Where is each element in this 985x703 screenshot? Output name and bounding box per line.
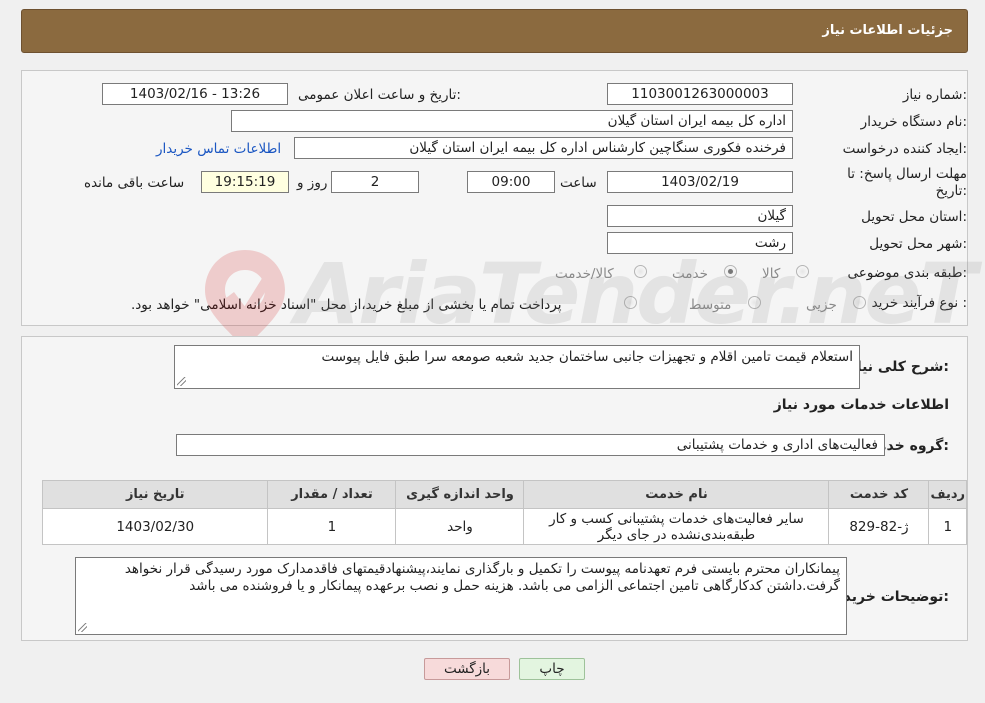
announce-datetime-field[interactable]: 1403/02/16 - 13:26 (102, 83, 288, 105)
purchase-medium-label: متوسط (689, 297, 732, 313)
cell-service-name: سایر فعالیت‌های خدمات پشتیبانی کسب و کار… (523, 508, 830, 545)
buyer-org-label: نام دستگاه خریدار: (860, 114, 967, 130)
table-header-row: ردیف کد خدمت نام خدمت واحد اندازه گیری ت… (41, 480, 967, 509)
remaining-time-label: ساعت باقی مانده (84, 175, 185, 191)
delivery-city-field[interactable]: رشت (607, 232, 793, 254)
summary-label: شرح کلی نیاز: (848, 359, 949, 375)
services-heading: اطلاعات خدمات مورد نیاز (773, 397, 949, 413)
buyer-notes-text: پیمانکاران محترم بایستی فرم تعهدنامه پیو… (124, 561, 840, 594)
table-row: 1 ژ-82-829 سایر فعالیت‌های خدمات پشتیبان… (41, 508, 967, 545)
col-header-service-name: نام خدمت (523, 480, 830, 509)
back-button[interactable]: بازگشت (424, 658, 510, 680)
buyer-notes-textarea[interactable]: پیمانکاران محترم بایستی فرم تعهدنامه پیو… (75, 557, 847, 635)
category-goods-label: کالا (762, 266, 781, 282)
need-number-field[interactable]: 1103001263000003 (607, 83, 793, 105)
deadline-label-line2: تاریخ: (935, 183, 967, 199)
announce-datetime-label: تاریخ و ساعت اعلان عمومی: (298, 87, 461, 103)
col-header-service-code: کد خدمت (828, 480, 930, 509)
page-header: جزئیات اطلاعات نیاز (21, 9, 968, 53)
services-table: ردیف کد خدمت نام خدمت واحد اندازه گیری ت… (41, 480, 967, 545)
requester-field[interactable]: فرخنده فکوری سنگاچین کارشناس اداره کل بی… (294, 137, 793, 159)
summary-text: استعلام قیمت تامین اقلام و تجهیزات جانبی… (321, 349, 853, 365)
cell-row-number: 1 (928, 508, 967, 545)
cell-quantity: 1 (267, 508, 397, 545)
print-button[interactable]: چاپ (519, 658, 585, 680)
remaining-time-field: 19:15:19 (201, 171, 289, 193)
col-header-quantity: تعداد / مقدار (267, 480, 397, 509)
purchase-radio-medium[interactable] (748, 296, 761, 309)
category-radio-goods-service[interactable] (634, 265, 647, 278)
col-header-unit: واحد اندازه گیری (395, 480, 525, 509)
service-group-field[interactable]: فعالیت‌های اداری و خدمات پشتیبانی (176, 434, 885, 456)
category-radio-goods[interactable] (796, 265, 809, 278)
summary-textarea[interactable]: استعلام قیمت تامین اقلام و تجهیزات جانبی… (174, 345, 860, 389)
requester-label: ایجاد کننده درخواست: (842, 141, 967, 157)
buyer-notes-label: توضیحات خریدار: (830, 589, 949, 605)
remaining-days-label: روز و (297, 175, 328, 191)
need-details-panel: شرح کلی نیاز: استعلام قیمت تامین اقلام و… (21, 336, 968, 641)
cell-unit: واحد (395, 508, 525, 545)
need-number-label: شماره نیاز: (902, 87, 967, 103)
category-label: طبقه بندی موضوعی: (847, 265, 967, 281)
cell-service-code: ژ-82-829 (828, 508, 930, 545)
resize-handle-icon[interactable] (78, 623, 87, 632)
purchase-type-label: نوع فرآیند خرید : (871, 295, 967, 311)
deadline-label-line1: مهلت ارسال پاسخ: تا (847, 166, 967, 182)
delivery-province-label: استان محل تحویل: (861, 209, 967, 225)
buyer-contact-link[interactable]: اطلاعات تماس خریدار (156, 141, 281, 157)
deadline-date-field[interactable]: 1403/02/19 (607, 171, 793, 193)
deadline-time-label: ساعت (560, 175, 597, 191)
need-info-panel (21, 70, 968, 326)
category-goods-service-label: کالا/خدمت (555, 266, 614, 282)
category-service-label: خدمت (672, 266, 708, 282)
page-title: جزئیات اطلاعات نیاز (822, 23, 953, 38)
delivery-city-label: شهر محل تحویل: (869, 236, 967, 252)
delivery-province-field[interactable]: گیلان (607, 205, 793, 227)
purchase-treasury-label: پرداخت تمام یا بخشی از مبلغ خرید،از محل … (131, 297, 562, 313)
remaining-days-field[interactable]: 2 (331, 171, 419, 193)
col-header-row-number: ردیف (928, 480, 967, 509)
resize-handle-icon[interactable] (177, 377, 186, 386)
purchase-radio-minor[interactable] (853, 296, 866, 309)
category-radio-service[interactable] (724, 265, 737, 278)
col-header-need-date: تاریخ نیاز (41, 480, 269, 509)
buyer-org-field[interactable]: اداره کل بیمه ایران استان گیلان (231, 110, 793, 132)
purchase-radio-treasury[interactable] (624, 296, 637, 309)
purchase-minor-label: جزیی (806, 297, 837, 313)
cell-need-date: 1403/02/30 (41, 508, 269, 545)
deadline-time-field[interactable]: 09:00 (467, 171, 555, 193)
